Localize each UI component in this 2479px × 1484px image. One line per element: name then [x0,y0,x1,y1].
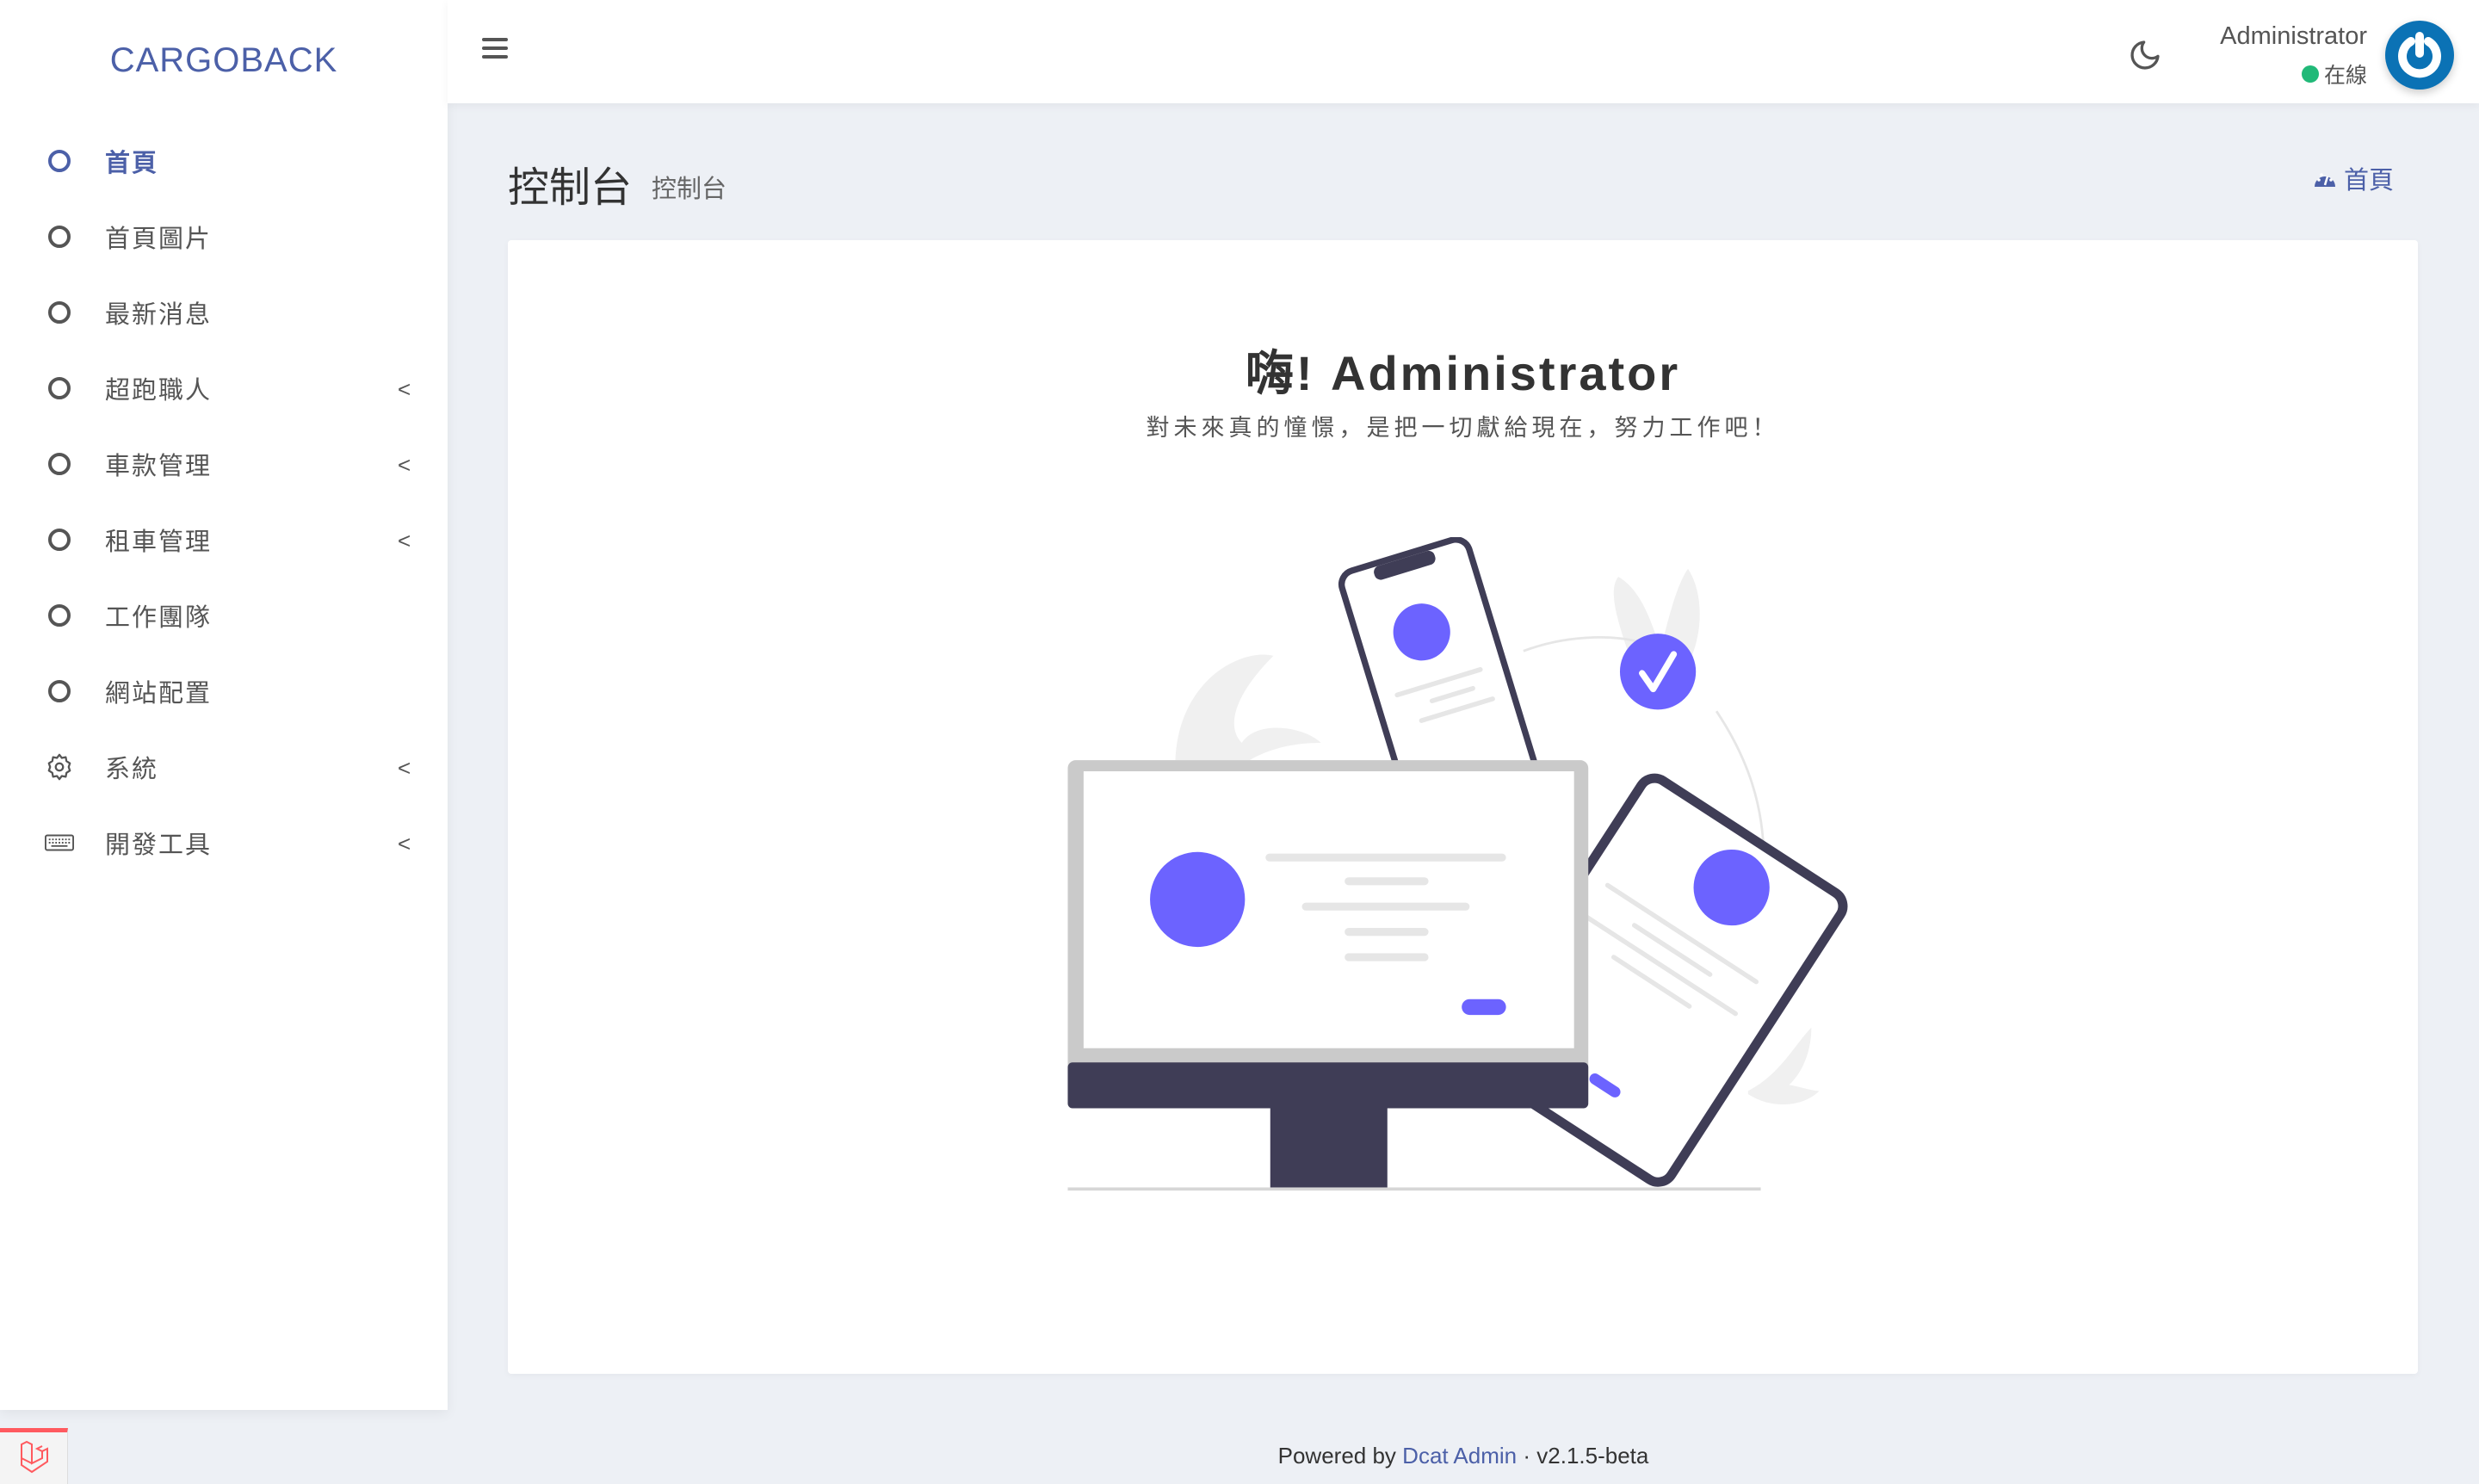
gear-icon [45,753,74,781]
sidebar-item-9[interactable]: 系統 < [0,729,448,805]
footer-separator: · [1523,1443,1531,1469]
sidebar-item-label: 超跑職人 [105,377,213,405]
sidebar-item-2[interactable]: 首頁圖片 [0,199,448,275]
brand-logo[interactable]: CARGOBACK [0,41,448,80]
status-text: 在線 [2323,64,2367,88]
breadcrumb-home[interactable]: 首頁 [2344,160,2394,196]
circle-icon [45,451,74,477]
sidebar-item-label: 車款管理 [105,453,213,480]
power-icon [2398,32,2441,78]
breadcrumb[interactable]: 首頁 [2313,160,2394,196]
motto-text: 對未來真的憧憬，是把一切獻給現在，努力工作吧！ [1146,415,1780,441]
sidebar-item-label: 租車管理 [105,529,213,556]
sidebar-item-1[interactable]: 首頁 [0,123,448,199]
menu-toggle-icon[interactable] [482,38,508,59]
chevron-left-icon: < [398,755,411,781]
dcat-admin-link[interactable]: Dcat Admin [1402,1443,1517,1469]
circle-icon [45,375,74,401]
circle-icon [45,224,74,250]
greeting-heading: 嗨! Administrator [1245,346,1681,400]
moon-icon[interactable] [2128,38,2162,72]
circle-icon [45,527,74,553]
top-navbar: Administrator 在線 [448,0,2479,103]
keyboard-icon [45,830,74,856]
circle-icon [45,678,74,704]
sidebar-item-label: 網站配置 [105,680,213,708]
footer: Powered by Dcat Admin · v2.1.5-beta [448,1443,2479,1469]
chevron-left-icon: < [398,831,411,856]
footer-powered: Powered by [1277,1443,1396,1469]
page-subtitle: 控制台 [652,176,727,203]
sidebar-item-8[interactable]: 網站配置 [0,653,448,729]
debugbar-toggle[interactable] [0,1428,68,1484]
sidebar-item-3[interactable]: 最新消息 [0,275,448,350]
page-title: 控制台 [508,165,633,211]
circle-icon [45,300,74,325]
sidebar-item-7[interactable]: 工作團隊 [0,578,448,653]
laravel-icon [21,1440,48,1474]
avatar[interactable] [2385,21,2454,90]
devices-illustration [1067,537,1848,1191]
online-dot-icon [2301,65,2319,83]
sidebar-item-4[interactable]: 超跑職人 < [0,350,448,426]
monitor-illustration [1067,760,1589,1190]
circle-icon [45,148,74,174]
chevron-left-icon: < [398,452,411,478]
sidebar-item-label: 開發工具 [105,832,213,859]
sidebar-item-6[interactable]: 租車管理 < [0,502,448,578]
user-status: 在線 [2301,59,2367,90]
sidebar-item-label: 系統 [105,756,159,783]
sidebar-menu: 首頁 首頁圖片 最新消息 超跑職人 < 車款管理 < 租車管理 < 工作團隊 網站配置 系統 < 開發工具… [0,123,448,881]
sidebar-item-label: 首頁 [105,150,159,177]
circle-icon [45,603,74,628]
sidebar-item-10[interactable]: 開發工具 < [0,805,448,881]
user-name[interactable]: Administrator [2220,22,2367,51]
sidebar-item-label: 最新消息 [105,301,213,329]
dashboard-icon [2314,173,2335,187]
chevron-left-icon: < [398,528,411,553]
chevron-left-icon: < [398,376,411,402]
footer-version: v2.1.5-beta [1536,1443,1649,1469]
check-circle-icon [1619,634,1697,710]
sidebar-item-5[interactable]: 車款管理 < [0,426,448,502]
sidebar-item-label: 工作團隊 [105,604,213,632]
sidebar-item-label: 首頁圖片 [105,226,213,253]
sidebar: CARGOBACK 首頁首頁圖片最新消息超跑職人 < 車款管理 < 租車管理 < 工作團隊網… [0,0,448,1410]
